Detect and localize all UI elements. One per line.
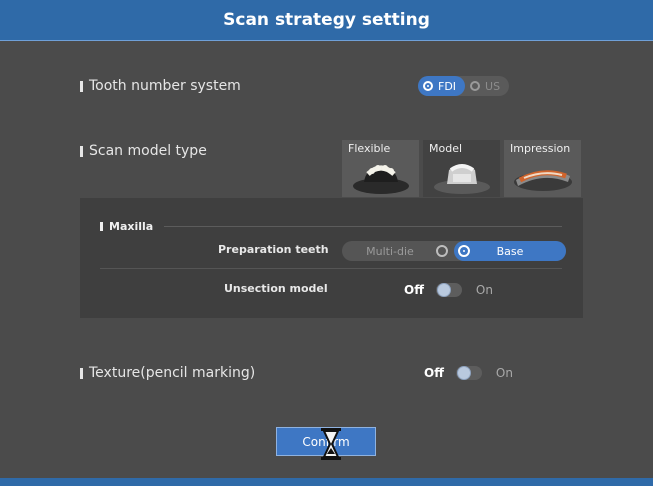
dialog-title: Scan strategy setting <box>223 10 430 30</box>
divider <box>164 226 562 227</box>
section-marker <box>80 367 83 379</box>
model-card-flexible[interactable]: Flexible <box>342 140 419 197</box>
unsection-model-label: Unsection model <box>224 282 328 295</box>
dialog-title-bar: Scan strategy setting <box>0 0 653 41</box>
maxilla-panel: Maxilla Preparation teeth Multi-die Base… <box>80 198 583 318</box>
texture-switch[interactable] <box>455 366 482 380</box>
unsection-model-switch[interactable] <box>435 283 462 297</box>
radio-selected-icon <box>458 245 470 257</box>
tooth-number-system-label: Tooth number system <box>80 78 241 94</box>
radio-selected-icon <box>423 81 433 91</box>
tooth-number-radio-group: FDI US <box>418 76 510 96</box>
hourglass-busy-icon <box>321 428 341 460</box>
scan-model-cards: Flexible Model Impression <box>342 140 585 197</box>
maxilla-heading: Maxilla <box>100 220 153 233</box>
unsection-model-toggle: Off On <box>404 283 493 297</box>
divider <box>100 268 562 269</box>
bottom-accent-bar <box>0 478 653 486</box>
model-card-model[interactable]: Model <box>423 140 500 197</box>
radio-unselected-icon <box>436 245 448 257</box>
texture-toggle: Off On <box>424 366 513 380</box>
section-marker <box>80 145 83 157</box>
texture-label: Texture(pencil marking) <box>80 365 255 381</box>
option-base[interactable]: Base <box>454 241 566 261</box>
radio-us[interactable]: US <box>465 76 509 96</box>
toggle-knob <box>436 283 451 297</box>
toggle-knob <box>456 366 471 380</box>
flexible-model-icon <box>353 165 409 194</box>
impression-tray-icon <box>514 170 572 191</box>
preparation-teeth-label: Preparation teeth <box>218 243 329 256</box>
option-multi-die[interactable]: Multi-die <box>342 241 454 261</box>
model-card-impression[interactable]: Impression <box>504 140 581 197</box>
section-marker <box>80 80 83 92</box>
preparation-teeth-selector: Multi-die Base <box>342 241 566 261</box>
radio-fdi[interactable]: FDI <box>418 76 466 96</box>
scan-model-type-label: Scan model type <box>80 143 207 159</box>
plaster-model-icon <box>434 164 490 194</box>
radio-unselected-icon <box>470 81 481 91</box>
section-marker <box>100 222 103 231</box>
